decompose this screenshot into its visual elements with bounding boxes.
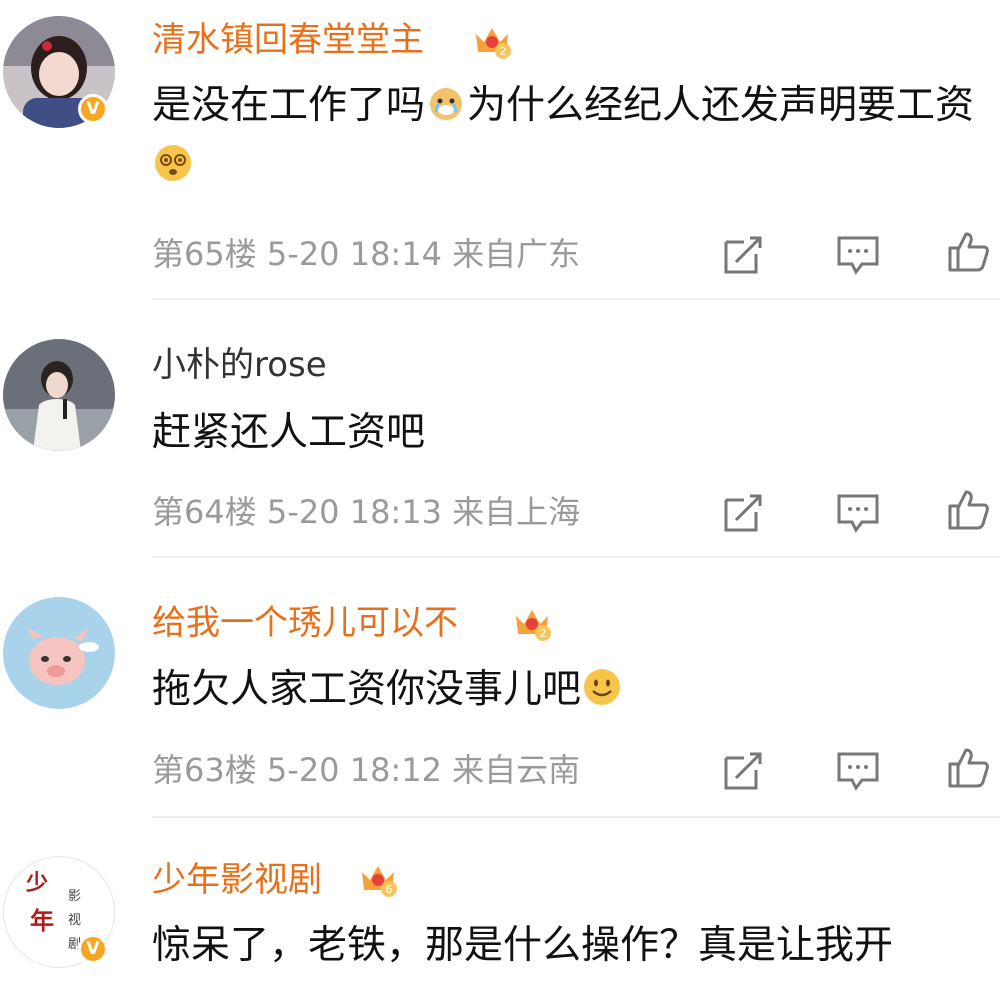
comment-text: 惊呆了，老铁，那是什么操作？真是让我开 bbox=[152, 916, 1000, 976]
avatar-char: 年 bbox=[30, 906, 54, 935]
username[interactable]: 少年影视剧 bbox=[152, 860, 322, 900]
comment-text-part: 惊呆了，老铁，那是什么操作？真是让我开 bbox=[152, 923, 894, 968]
comment-item: 少 年 影 视 剧 V 少年影视剧 6 惊呆了，老铁，那是什么操作？真是让我开 bbox=[0, 0, 1000, 987]
avatar-char: 影 bbox=[68, 889, 82, 904]
avatar-char: 视 bbox=[68, 913, 82, 928]
svg-text:6: 6 bbox=[386, 883, 393, 896]
vip-crown-icon: 6 bbox=[362, 866, 397, 897]
avatar-char: 少 bbox=[26, 870, 49, 896]
verified-badge-icon: V bbox=[78, 934, 108, 964]
